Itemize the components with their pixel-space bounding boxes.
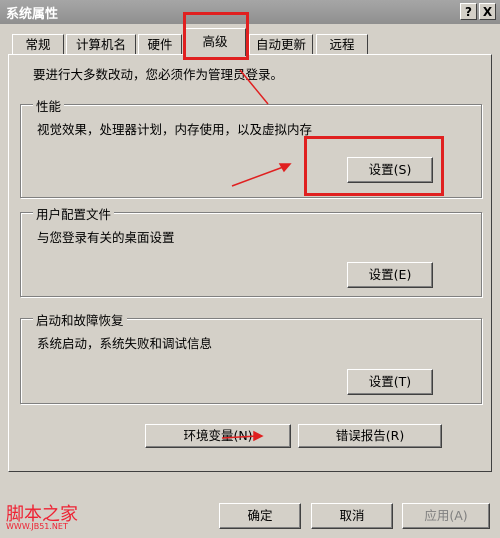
startup-recovery-desc: 系统启动，系统失败和调试信息: [37, 336, 213, 351]
tab-computer-name[interactable]: 计算机名: [66, 34, 136, 54]
error-reporting-button[interactable]: 错误报告(R): [298, 424, 442, 448]
admin-notice: 要进行大多数改动，您必须作为管理员登录。: [33, 67, 284, 82]
annotation-box-settings: [304, 136, 444, 196]
performance-title: 性能: [33, 96, 65, 115]
user-profiles-desc: 与您登录有关的桌面设置: [37, 230, 175, 245]
tab-hardware[interactable]: 硬件: [138, 34, 182, 54]
user-profiles-settings-button[interactable]: 设置(E): [347, 262, 433, 288]
performance-desc: 视觉效果，处理器计划，内存使用，以及虚拟内存: [37, 122, 313, 137]
window-title: 系统属性: [6, 7, 59, 22]
close-button[interactable]: X: [479, 3, 496, 20]
apply-button[interactable]: 应用(A): [402, 503, 490, 529]
startup-recovery-title: 启动和故障恢复: [33, 310, 127, 329]
title-bar: 系统属性 ? X: [0, 0, 500, 24]
cancel-button[interactable]: 取消: [311, 503, 393, 529]
user-profiles-title: 用户配置文件: [33, 204, 115, 223]
tab-automatic-updates[interactable]: 自动更新: [249, 34, 313, 54]
watermark-url: WWW.JB51.NET: [6, 522, 68, 531]
tab-general[interactable]: 常规: [12, 34, 64, 54]
tab-remote[interactable]: 远程: [316, 34, 368, 54]
startup-recovery-settings-button[interactable]: 设置(T): [347, 369, 433, 395]
environment-variables-button[interactable]: 环境变量(N): [145, 424, 291, 448]
help-button[interactable]: ?: [460, 3, 477, 20]
annotation-box-advanced-tab: [183, 12, 249, 60]
ok-button[interactable]: 确定: [219, 503, 301, 529]
